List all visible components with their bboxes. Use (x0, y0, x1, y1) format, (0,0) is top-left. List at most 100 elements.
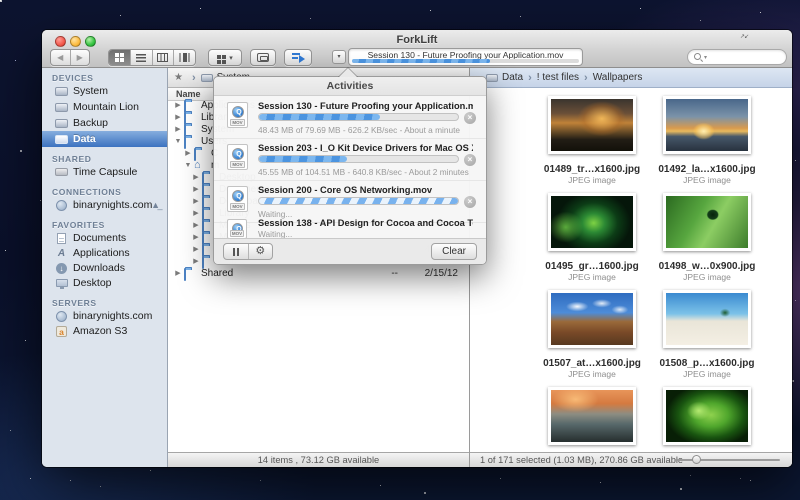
sidebar-item-system[interactable]: System (42, 83, 167, 99)
disclosure-triangle-icon[interactable]: ▶ (192, 184, 200, 196)
activity-name: Session 138 - API Design for Cocoa and C… (258, 218, 473, 228)
file-item[interactable]: 01508_p…x1600.jpgJPEG image (648, 288, 766, 385)
file-date: 2/15/12 (403, 268, 458, 280)
activity-detail: 48.43 MB of 79.69 MB - 626.2 KB/sec - Ab… (258, 125, 483, 135)
slider-knob[interactable] (692, 455, 701, 464)
back-icon: ◀ (57, 53, 63, 62)
sidebar-item-documents[interactable]: Documents (42, 230, 167, 246)
sidebar-item-downloads[interactable]: ↓Downloads (42, 260, 167, 276)
progress-fill-indeterminate (259, 198, 458, 204)
disclosure-triangle-icon[interactable]: ▶ (192, 208, 200, 220)
breadcrumb-data[interactable]: Data (486, 72, 523, 83)
sidebar-item-backup[interactable]: Backup (42, 115, 167, 131)
downloads-icon: ↓ (54, 263, 69, 274)
disclosure-triangle-icon[interactable]: ▶ (192, 196, 200, 208)
view-icons-button[interactable] (109, 50, 131, 65)
sidebar-item-amazon-s3[interactable]: aAmazon S3 (42, 323, 167, 339)
sync-button[interactable] (250, 49, 276, 66)
sidebar-item-applications[interactable]: AApplications (42, 245, 167, 261)
arrange-button[interactable]: ▾ (208, 49, 242, 66)
disclosure-triangle-icon[interactable]: ▼ (184, 160, 192, 172)
disclosure-triangle-icon[interactable]: ▶ (192, 256, 200, 268)
file-name: 01498_w…0x900.jpg (648, 261, 766, 272)
view-list-button[interactable] (131, 50, 153, 65)
toolbar-progress[interactable]: Session 130 - Future Proofing your Appli… (348, 48, 583, 66)
disclosure-triangle-icon[interactable]: ▶ (192, 232, 200, 244)
activity-name: Session 130 - Future Proofing your Appli… (258, 101, 473, 111)
drive-icon (54, 87, 69, 96)
progress-fill (259, 156, 347, 162)
file-item[interactable]: 01492_la…x1600.jpgJPEG image (648, 94, 766, 191)
file-kind: JPEG image (648, 272, 766, 282)
sidebar-item-binarynights-connection[interactable]: binarynights.com▲̲ (42, 197, 167, 213)
sidebar-section-devices: DEVICES (52, 73, 94, 83)
file-item[interactable]: 01489_tr…x1600.jpgJPEG image (533, 94, 651, 191)
pause-button[interactable] (224, 244, 249, 259)
clear-button[interactable]: Clear (431, 243, 477, 260)
file-item[interactable]: 01507_at…x1600.jpgJPEG image (533, 288, 651, 385)
back-button[interactable]: ◀ (51, 50, 71, 65)
home-icon: ⌂ (194, 161, 201, 170)
sidebar-item-time-capsule[interactable]: Time Capsule (42, 164, 167, 180)
favorites-star-icon[interactable]: ★ (174, 72, 183, 83)
transfers-button[interactable] (284, 49, 312, 66)
window-header: ForkLift ↗↙ ◀ ▶ ▾ ▾ (42, 30, 792, 68)
search-icon (694, 53, 701, 60)
sidebar-item-binarynights-server[interactable]: binarynights.com (42, 308, 167, 324)
desktop-icon (54, 279, 69, 287)
file-item[interactable]: 01495_gr…1600.jpgJPEG image (533, 191, 651, 288)
activity-row[interactable]: MOV Session 138 - API Design for Cocoa a… (214, 216, 486, 240)
time-capsule-icon (54, 168, 69, 176)
search-input[interactable]: ▾ (687, 49, 787, 65)
progress-menu-button[interactable]: ▾ (332, 50, 346, 64)
mov-file-icon: MOV (227, 219, 247, 239)
file-item[interactable]: 01498_w…0x900.jpgJPEG image (648, 191, 766, 288)
view-coverflow-button[interactable] (174, 50, 195, 65)
cancel-icon[interactable]: × (464, 112, 476, 124)
sidebar-item-label: Documents (73, 232, 126, 244)
file-kind: JPEG image (533, 175, 651, 185)
mov-file-icon: MOV (227, 144, 248, 170)
breadcrumb-separator: › (584, 72, 588, 84)
tree-row[interactable]: ▶Shared--2/15/12 (168, 268, 469, 280)
columns-view-icon (157, 53, 168, 62)
sync-icon (257, 53, 269, 62)
activities-title: Activities (214, 77, 486, 96)
thumbnail-size-slider[interactable] (674, 459, 780, 461)
disclosure-triangle-icon[interactable]: ▶ (174, 112, 182, 124)
disclosure-triangle-icon[interactable]: ▶ (192, 172, 200, 184)
disclosure-triangle-icon[interactable]: ▶ (184, 148, 192, 160)
breadcrumb-separator: › (192, 72, 196, 84)
activity-row[interactable]: MOV Session 203 - I_O Kit Device Drivers… (214, 139, 486, 181)
sidebar-item-data[interactable]: Data (42, 131, 167, 147)
view-columns-button[interactable] (153, 50, 175, 65)
file-name: 01495_gr…1600.jpg (533, 261, 651, 272)
breadcrumb-wallpapers[interactable]: Wallpapers (593, 72, 643, 83)
disclosure-triangle-icon[interactable]: ▶ (174, 100, 182, 112)
progress-track (258, 113, 459, 121)
forward-button[interactable]: ▶ (71, 50, 90, 65)
disclosure-triangle-icon[interactable]: ▶ (174, 268, 182, 280)
sidebar-item-mountain-lion[interactable]: Mountain Lion (42, 99, 167, 115)
thumbnail-image (548, 96, 636, 154)
fullscreen-icon[interactable]: ↗↙ (740, 33, 748, 40)
settings-button[interactable]: ⚙ (249, 244, 273, 259)
disclosure-triangle-icon[interactable]: ▶ (192, 220, 200, 232)
breadcrumb-test-files[interactable]: ! test files (537, 72, 579, 83)
arrange-icon (217, 55, 226, 64)
disclosure-triangle-icon[interactable]: ▶ (192, 244, 200, 256)
cancel-icon[interactable]: × (464, 154, 476, 166)
folder-icon (184, 269, 186, 281)
drive-icon (486, 74, 498, 82)
activity-row[interactable]: MOV Session 130 - Future Proofing your A… (214, 97, 486, 139)
cancel-icon[interactable]: × (464, 196, 476, 208)
file-item[interactable] (648, 385, 766, 452)
disclosure-triangle-icon[interactable]: ▶ (174, 124, 182, 136)
file-item[interactable] (533, 385, 651, 452)
disclosure-triangle-icon[interactable]: ▼ (174, 136, 182, 148)
sidebar-item-label: Amazon S3 (73, 325, 127, 337)
forklift-window: ForkLift ↗↙ ◀ ▶ ▾ ▾ (42, 30, 792, 467)
sidebar-item-label: Data (73, 133, 96, 145)
sidebar-item-desktop[interactable]: Desktop (42, 275, 167, 291)
eject-icon[interactable]: ▲̲ (151, 201, 160, 210)
